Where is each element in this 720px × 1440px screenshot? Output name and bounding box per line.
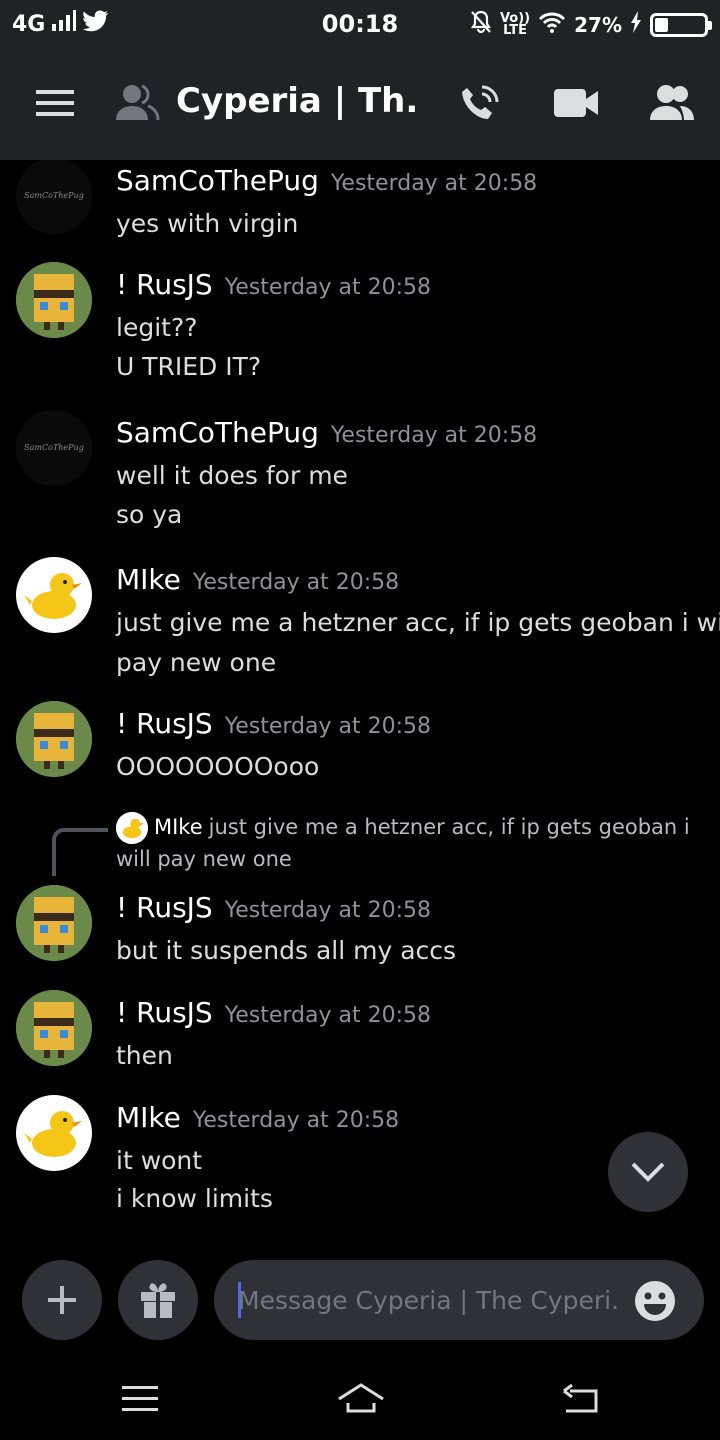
members-icon[interactable] xyxy=(650,84,694,126)
message-line: yes with virgin xyxy=(116,209,299,238)
chevron-down-icon xyxy=(631,1162,665,1182)
message-input-container xyxy=(214,1260,704,1340)
message-author[interactable]: ! RusJS xyxy=(116,891,213,924)
message-line: so ya xyxy=(116,500,183,529)
message-author[interactable]: MIke xyxy=(116,1101,181,1134)
message-line: i know limits xyxy=(116,1184,273,1213)
dm-people-icon xyxy=(114,84,160,126)
emoji-icon[interactable] xyxy=(634,1280,676,1322)
home-icon[interactable] xyxy=(336,1381,386,1415)
message-timestamp: Yesterday at 20:58 xyxy=(192,570,400,595)
message-list[interactable]: SamCoThePug SamCoThePug Yesterday at 20:5… xyxy=(0,160,720,1245)
voice-call-icon[interactable] xyxy=(458,84,500,130)
avatar[interactable] xyxy=(16,990,92,1066)
message-line: but it suspends all my accs xyxy=(116,936,457,965)
channel-title[interactable]: Cyperia | Th... xyxy=(176,81,416,121)
status-bar: 4G 00:18 Vo)) LTE 27% xyxy=(0,0,720,50)
message-line: well it does for me xyxy=(116,461,348,490)
battery-icon xyxy=(650,12,712,37)
composer-bar xyxy=(0,1245,720,1355)
back-icon[interactable] xyxy=(560,1383,600,1415)
wifi-icon xyxy=(538,11,566,38)
message-timestamp: Yesterday at 20:58 xyxy=(330,171,538,196)
message-timestamp: Yesterday at 20:58 xyxy=(224,1003,431,1028)
system-nav-bar xyxy=(0,1355,720,1440)
charging-icon xyxy=(630,11,642,38)
avatar[interactable]: SamCoThePug xyxy=(16,160,92,234)
volte-indicator: Vo)) LTE xyxy=(499,10,531,38)
video-call-icon[interactable] xyxy=(554,88,598,122)
message-line: U TRIED IT? xyxy=(116,352,262,381)
gift-button[interactable] xyxy=(118,1260,198,1340)
message-author[interactable]: SamCoThePug xyxy=(116,164,319,197)
plus-icon xyxy=(48,1286,76,1314)
mute-icon xyxy=(470,10,492,39)
avatar[interactable]: SamCoThePug xyxy=(16,410,92,486)
message-timestamp: Yesterday at 20:58 xyxy=(224,714,431,739)
avatar[interactable] xyxy=(16,262,92,338)
jump-to-present-button[interactable] xyxy=(608,1132,688,1212)
message-input[interactable] xyxy=(238,1278,618,1322)
menu-icon[interactable] xyxy=(36,88,74,122)
avatar[interactable] xyxy=(16,701,92,777)
avatar-text: SamCoThePug xyxy=(24,191,84,200)
message-line: it wont xyxy=(116,1146,203,1175)
message-timestamp: Yesterday at 20:58 xyxy=(330,423,538,448)
avatar-text: SamCoThePug xyxy=(24,443,84,452)
reply-avatar xyxy=(116,812,148,844)
reply-connector xyxy=(52,828,108,876)
reply-author: MIke xyxy=(154,815,203,839)
message-line: OOOOOOOOooo xyxy=(116,752,320,781)
message-author[interactable]: MIke xyxy=(116,563,181,596)
message-timestamp: Yesterday at 20:58 xyxy=(224,275,431,300)
message-timestamp: Yesterday at 20:58 xyxy=(192,1108,400,1133)
message-timestamp: Yesterday at 20:58 xyxy=(224,898,431,923)
add-attachment-button[interactable] xyxy=(22,1260,102,1340)
message-line: then xyxy=(116,1041,173,1070)
battery-percent: 27% xyxy=(574,12,622,37)
avatar[interactable] xyxy=(16,557,92,633)
message-author[interactable]: ! RusJS xyxy=(116,268,213,301)
reply-reference[interactable]: MIke just give me a hetzner acc, if ip ge… xyxy=(116,812,716,875)
message-author[interactable]: ! RusJS xyxy=(116,996,213,1029)
message-author[interactable]: ! RusJS xyxy=(116,707,213,740)
avatar[interactable] xyxy=(16,885,92,961)
message-line: pay new one xyxy=(116,648,277,677)
message-author[interactable]: SamCoThePug xyxy=(116,416,319,449)
message-line: just give me a hetzner acc, if ip gets g… xyxy=(116,608,720,637)
recents-icon[interactable] xyxy=(122,1385,158,1413)
channel-header: Cyperia | Th... xyxy=(0,50,720,160)
avatar[interactable] xyxy=(16,1095,92,1171)
message-line: legit?? xyxy=(116,313,198,342)
gift-icon xyxy=(141,1283,175,1318)
